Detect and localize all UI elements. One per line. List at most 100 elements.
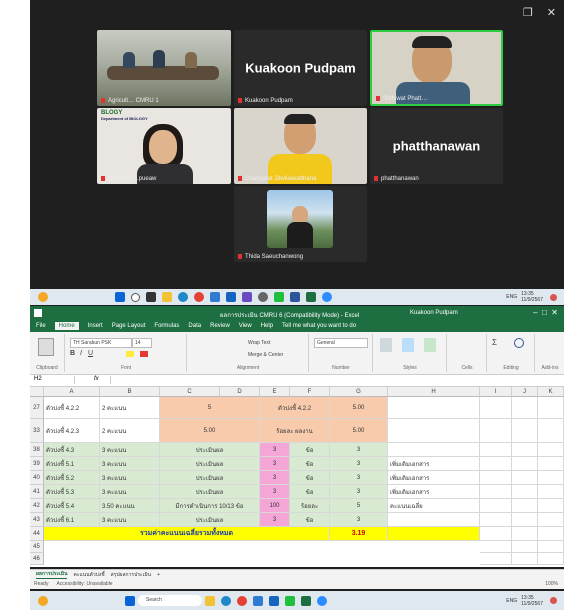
cell[interactable] xyxy=(512,485,538,499)
restore-icon[interactable]: ❐ xyxy=(523,6,533,19)
clock[interactable]: 13:35 11/9/2567 xyxy=(521,595,543,607)
wrap-text-button[interactable]: Wrap Text xyxy=(248,340,270,346)
column-header[interactable]: F xyxy=(290,387,330,397)
row-header[interactable]: 38 xyxy=(30,443,44,457)
column-header[interactable]: E xyxy=(260,387,290,397)
row-header[interactable]: 27 xyxy=(30,397,44,419)
row-header[interactable]: 33 xyxy=(30,419,44,443)
cell[interactable] xyxy=(538,553,564,565)
cell[interactable]: ตัวบ่งชี้ 5.1 xyxy=(44,457,100,471)
cell[interactable] xyxy=(538,457,564,471)
windows-start-icon[interactable] xyxy=(125,595,135,606)
cell[interactable] xyxy=(512,419,538,443)
cell[interactable] xyxy=(538,499,564,513)
participant-tile[interactable]: phatthanawan phatthanawan xyxy=(370,108,503,184)
zoom-level[interactable]: 100% xyxy=(545,581,558,587)
cell[interactable]: 5.00 xyxy=(330,397,388,419)
participant-tile[interactable]: Chanyarat Jitwilaiwatthana xyxy=(234,108,367,184)
cell[interactable]: มีการดำเนินการ 10/13 ข้อ xyxy=(160,499,260,513)
cell[interactable]: ตัวบ่งชี้ 4.2.3 xyxy=(44,419,100,443)
tab-data[interactable]: Data xyxy=(188,323,201,329)
underline-button[interactable]: U xyxy=(88,350,93,357)
sheet-tab[interactable]: คะแนนตัวบ่งชี้ xyxy=(73,571,104,579)
cell[interactable]: ตัวบ่งชี้ 5.3 xyxy=(44,485,100,499)
cell[interactable] xyxy=(538,513,564,527)
cell[interactable]: 3 xyxy=(260,485,290,499)
cell[interactable]: ประเมินผล xyxy=(160,485,260,499)
font-size-select[interactable]: 14 xyxy=(132,338,152,348)
participant-tile[interactable]: BLOGY Department of BIOLOGY Natthinee ..p… xyxy=(97,108,231,184)
cell[interactable]: ตัวบ่งชี้ 5.2 xyxy=(44,471,100,485)
column-header[interactable]: K xyxy=(538,387,564,397)
tab-page-layout[interactable]: Page Layout xyxy=(112,323,146,329)
mail-icon[interactable] xyxy=(226,292,236,302)
cell[interactable] xyxy=(480,513,512,527)
cell[interactable] xyxy=(512,499,538,513)
row-header[interactable]: 42 xyxy=(30,499,44,513)
cell[interactable]: 3 คะแนน xyxy=(100,485,160,499)
file-explorer-icon[interactable] xyxy=(205,595,215,606)
edge-icon[interactable] xyxy=(221,595,231,606)
cell[interactable]: 3.50 คะแนน xyxy=(100,499,160,513)
format-as-table-button[interactable] xyxy=(402,338,414,352)
settings-icon[interactable] xyxy=(258,292,268,302)
cell[interactable]: ประเมินผล xyxy=(160,471,260,485)
excel-icon[interactable] xyxy=(301,595,311,606)
column-header[interactable]: C xyxy=(160,387,220,397)
row-header[interactable]: 39 xyxy=(30,457,44,471)
column-header[interactable]: A xyxy=(44,387,100,397)
cell[interactable] xyxy=(538,485,564,499)
cell[interactable]: 5.00 xyxy=(330,419,388,443)
notification-icon[interactable] xyxy=(550,597,557,604)
tab-formulas[interactable]: Formulas xyxy=(154,323,179,329)
cell[interactable]: 3 xyxy=(330,513,388,527)
cell[interactable] xyxy=(388,527,480,541)
cell[interactable]: ตัวบ่งชี้ 6.1 xyxy=(44,513,100,527)
cell[interactable] xyxy=(480,527,512,541)
cell[interactable] xyxy=(538,541,564,553)
cell[interactable] xyxy=(512,553,538,565)
cell[interactable]: ตัวบ่งชี้ 4.3 xyxy=(44,443,100,457)
sheet-tab[interactable]: สรุปผลการประเมิน xyxy=(111,571,151,579)
cell[interactable] xyxy=(388,513,480,527)
fx-icon[interactable]: fx xyxy=(94,376,99,382)
name-box[interactable]: H2 xyxy=(34,376,75,384)
font-color-icon[interactable] xyxy=(140,351,148,357)
tell-me-search[interactable]: Tell me what you want to do xyxy=(282,323,356,329)
column-header[interactable]: J xyxy=(512,387,538,397)
autosum-icon[interactable]: Σ xyxy=(492,338,497,347)
cell[interactable] xyxy=(480,397,512,419)
excel-icon[interactable] xyxy=(306,292,316,302)
cell[interactable]: ข้อ xyxy=(290,485,330,499)
row-header[interactable]: 41 xyxy=(30,485,44,499)
cell[interactable]: ประเมินผล xyxy=(160,513,260,527)
cell[interactable]: เพิ่มเติมเอกสาร xyxy=(388,457,480,471)
cell[interactable] xyxy=(512,513,538,527)
cell[interactable]: 3 คะแนน xyxy=(100,443,160,457)
file-explorer-icon[interactable] xyxy=(162,292,172,302)
participant-tile-active-speaker[interactable]: Sitthiwat Phatt… xyxy=(370,30,503,106)
mail-icon[interactable] xyxy=(269,595,279,606)
cell[interactable] xyxy=(480,443,512,457)
cell[interactable]: 3 xyxy=(330,485,388,499)
line-icon[interactable] xyxy=(274,292,284,302)
zoom-app-icon[interactable] xyxy=(317,595,327,606)
cell[interactable]: 3 คะแนน xyxy=(100,471,160,485)
find-select-icon[interactable] xyxy=(514,338,524,348)
cell[interactable]: 3 xyxy=(260,443,290,457)
cell[interactable]: 5 xyxy=(160,397,260,419)
cell[interactable]: เพิ่มเติมเอกสาร xyxy=(388,485,480,499)
clock[interactable]: 13:35 11/9/2567 xyxy=(521,291,543,303)
cell[interactable] xyxy=(512,527,538,541)
cell[interactable]: ข้อ xyxy=(290,443,330,457)
participant-tile[interactable]: Kuakoon Pudpam Kuakoon Pudpam xyxy=(234,30,367,106)
cell[interactable] xyxy=(512,471,538,485)
taskbar-search-box[interactable]: Search xyxy=(138,595,202,606)
cell[interactable] xyxy=(388,419,480,443)
weather-icon[interactable] xyxy=(38,595,48,606)
tray-language[interactable]: ENG xyxy=(506,598,517,604)
weather-icon[interactable] xyxy=(38,292,48,302)
cell[interactable]: ข้อ xyxy=(290,513,330,527)
cell[interactable] xyxy=(538,443,564,457)
user-name[interactable]: Kuakoon Pudpam xyxy=(410,310,458,316)
